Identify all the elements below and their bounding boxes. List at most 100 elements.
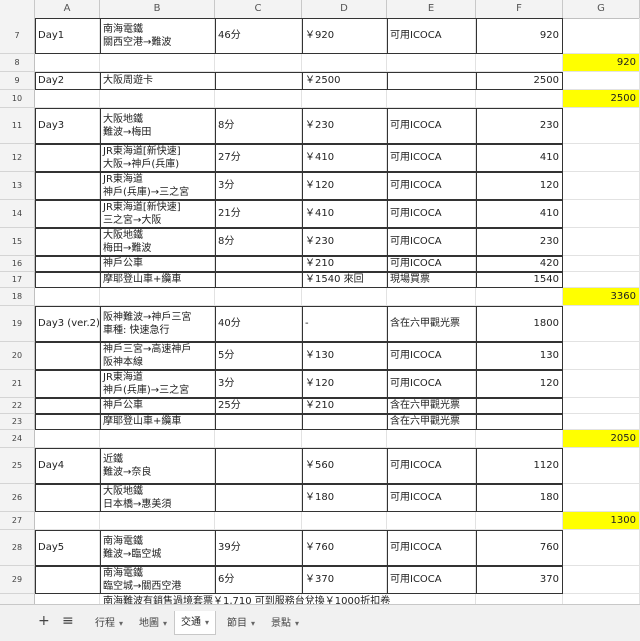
cell-e[interactable]: 可用ICOCA [387, 566, 476, 594]
cell-b[interactable]: JR東海道 神戶(兵庫)→三之宮 [100, 370, 215, 398]
cell-g[interactable] [563, 594, 640, 604]
cell-c[interactable]: 8分 [215, 108, 302, 144]
cell-c[interactable] [215, 512, 302, 530]
cell-e[interactable]: 可用ICOCA [387, 484, 476, 512]
row-number[interactable]: 10 [0, 90, 35, 108]
cell-d[interactable] [302, 90, 387, 108]
column-header-b[interactable]: B [100, 0, 215, 18]
cell-f[interactable] [476, 398, 563, 414]
cell-d[interactable]: ￥120 [302, 172, 387, 200]
column-header-g[interactable]: G [563, 0, 640, 18]
cell-d[interactable]: ￥920 [302, 18, 387, 54]
cell-b[interactable] [100, 430, 215, 448]
cell-d[interactable]: ￥410 [302, 144, 387, 172]
cell-f[interactable]: 920 [476, 18, 563, 54]
row-number[interactable]: 21 [0, 370, 35, 398]
row-number[interactable]: 9 [0, 72, 35, 90]
cell-a[interactable] [35, 272, 100, 288]
cell-d[interactable]: ￥560 [302, 448, 387, 484]
cell-b[interactable]: 南海難波有銷售過境套票￥1,710 可到服務台兌換￥1000折扣卷http://… [100, 594, 390, 605]
chevron-down-icon[interactable]: ▾ [205, 618, 209, 627]
cell-c[interactable]: 27分 [215, 144, 302, 172]
cell-e[interactable] [387, 90, 476, 108]
cell-b[interactable]: 神戶公車 [100, 398, 215, 414]
chevron-down-icon[interactable]: ▾ [295, 619, 299, 628]
cell-a[interactable] [35, 144, 100, 172]
row-number[interactable]: 16 [0, 256, 35, 272]
cell-c[interactable]: 25分 [215, 398, 302, 414]
row-number[interactable]: 27 [0, 512, 35, 530]
cell-c[interactable]: 39分 [215, 530, 302, 566]
cell-d[interactable]: ￥2500 [302, 72, 387, 90]
row-number[interactable]: 28 [0, 530, 35, 566]
cell-g[interactable] [563, 172, 640, 200]
column-header-f[interactable]: F [476, 0, 563, 18]
cell-d[interactable]: ￥120 [302, 370, 387, 398]
cell-e[interactable]: 可用ICOCA [387, 144, 476, 172]
cell-g[interactable] [563, 566, 640, 594]
cell-b[interactable] [100, 288, 215, 306]
cell-g[interactable] [563, 18, 640, 54]
cell-c[interactable]: 21分 [215, 200, 302, 228]
row-number[interactable]: 13 [0, 172, 35, 200]
cell-e[interactable]: 可用ICOCA [387, 172, 476, 200]
cell-f[interactable]: 1800 [476, 306, 563, 342]
cell-g[interactable] [563, 272, 640, 288]
cell-a[interactable] [35, 484, 100, 512]
cell-g[interactable] [563, 448, 640, 484]
cell-b[interactable]: 南海電鐵 難波→臨空城 [100, 530, 215, 566]
row-number[interactable]: 12 [0, 144, 35, 172]
cell-a[interactable] [35, 228, 100, 256]
cell-b[interactable]: JR東海道[新快速] 三之宮→大阪 [100, 200, 215, 228]
row-number[interactable]: 29 [0, 566, 35, 594]
cell-d[interactable] [302, 414, 387, 430]
cell-c[interactable] [215, 72, 302, 90]
row-number[interactable]: 25 [0, 448, 35, 484]
cell-c[interactable] [215, 90, 302, 108]
cell-a[interactable]: Day4 [35, 448, 100, 484]
cell-c[interactable]: 46分 [215, 18, 302, 54]
chevron-down-icon[interactable]: ▾ [163, 619, 167, 628]
cell-a[interactable] [35, 566, 100, 594]
cell-g[interactable]: 2050 [563, 430, 640, 448]
cell-f[interactable]: 410 [476, 144, 563, 172]
cell-b[interactable] [100, 90, 215, 108]
cell-a[interactable] [35, 370, 100, 398]
cell-g[interactable] [563, 108, 640, 144]
cell-f[interactable]: 2500 [476, 72, 563, 90]
cell-f[interactable] [476, 54, 563, 72]
cell-c[interactable]: 8分 [215, 228, 302, 256]
cell-d[interactable]: ￥180 [302, 484, 387, 512]
chevron-down-icon[interactable]: ▾ [119, 619, 123, 628]
cell-e[interactable]: 可用ICOCA [387, 228, 476, 256]
cell-g[interactable] [563, 144, 640, 172]
cell-e[interactable]: 含在六甲觀光票 [387, 398, 476, 414]
cell-d[interactable] [302, 430, 387, 448]
cell-c[interactable] [215, 414, 302, 430]
cell-f[interactable]: 120 [476, 370, 563, 398]
cell-f[interactable]: 760 [476, 530, 563, 566]
row-number[interactable]: 8 [0, 54, 35, 72]
cell-b[interactable]: 近鐵 難波→奈良 [100, 448, 215, 484]
cell-e[interactable] [387, 54, 476, 72]
cell-f[interactable]: 180 [476, 484, 563, 512]
cell-d[interactable] [302, 512, 387, 530]
cell-c[interactable]: 5分 [215, 342, 302, 370]
cell-e[interactable] [387, 430, 476, 448]
select-all-corner[interactable] [0, 0, 35, 18]
cell-f[interactable]: 130 [476, 342, 563, 370]
cell-e[interactable]: 可用ICOCA [387, 108, 476, 144]
cell-b[interactable] [100, 512, 215, 530]
row-number[interactable]: 11 [0, 108, 35, 144]
row-number[interactable]: 14 [0, 200, 35, 228]
cell-a[interactable] [35, 430, 100, 448]
cell-a[interactable] [35, 172, 100, 200]
cell-b[interactable]: 神戶公車 [100, 256, 215, 272]
row-number[interactable]: 22 [0, 398, 35, 414]
cell-e[interactable] [387, 288, 476, 306]
cell-f[interactable]: 1120 [476, 448, 563, 484]
cell-d[interactable]: ￥370 [302, 566, 387, 594]
cell-b[interactable]: 大阪地鐵 梅田→難波 [100, 228, 215, 256]
cell-c[interactable] [215, 272, 302, 288]
cell-g[interactable] [563, 414, 640, 430]
